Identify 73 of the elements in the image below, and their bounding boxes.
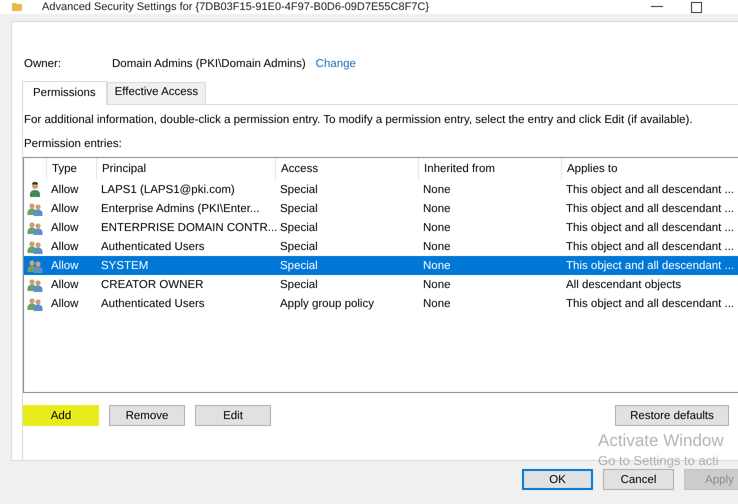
permission-row[interactable]: Allow Authenticated Users Special None This object and all descendant ... xyxy=(24,237,738,256)
table-cell-text: This object and all descendant ... xyxy=(565,184,736,196)
table-cell-text: Allow xyxy=(50,202,80,214)
permission-row[interactable]: Allow Enterprise Admins (PKI\Enter... Special None This object and all descendant ... xyxy=(24,199,738,218)
table-cell-text: None xyxy=(422,222,452,234)
column-header[interactable]: Applies to xyxy=(561,158,738,180)
table-cell-text: Enterprise Admins (PKI\Enter... xyxy=(100,202,261,214)
table-cell-text: Special xyxy=(279,260,319,272)
column-header[interactable]: Inherited from xyxy=(418,158,561,180)
table-cell-text: LAPS1 (LAPS1@pki.com) xyxy=(100,184,236,196)
table-cell-text: Allow xyxy=(50,278,80,290)
tab[interactable]: Permissions xyxy=(22,81,107,105)
maximize-icon[interactable] xyxy=(691,2,702,12)
permission-row[interactable]: Allow SYSTEM Special None This object and all descendant ... xyxy=(24,256,738,275)
table-cell-text: Allow xyxy=(50,222,80,234)
table-cell-text: Special xyxy=(279,278,319,290)
permission-row[interactable]: Allow LAPS1 (LAPS1@pki.com) Special None This object and all descendant ... xyxy=(24,180,738,199)
table-cell-text: Allow xyxy=(50,184,80,196)
users-icon xyxy=(27,296,43,311)
permission-row[interactable]: Allow ENTERPRISE DOMAIN CONTR... Special None This object and all descendant ... xyxy=(24,218,738,237)
table-cell-text: Special xyxy=(279,184,319,196)
table-cell-text: This object and all descendant ... xyxy=(565,240,736,252)
tab[interactable]: Effective Access xyxy=(106,82,206,104)
activation-subtitle: Go to Settings to acti xyxy=(598,453,720,468)
column-header[interactable]: Access xyxy=(275,158,418,180)
users-icon xyxy=(27,258,43,273)
table-cell-text: This object and all descendant ... xyxy=(565,202,736,214)
table-cell-text: Special xyxy=(279,202,319,214)
table-cell-text: ENTERPRISE DOMAIN CONTR... xyxy=(100,222,275,234)
owner-label: Owner: xyxy=(24,58,62,70)
highlighted-button[interactable]: Add xyxy=(23,405,99,426)
table-cell-text: This object and all descendant ... xyxy=(565,222,736,234)
activation-title: Activate Window xyxy=(598,431,724,451)
table-cell-text: None xyxy=(422,260,452,272)
permission-entries-label: Permission entries: xyxy=(23,138,123,150)
folder-icon xyxy=(12,3,22,11)
table-cell-text: This object and all descendant ... xyxy=(565,260,736,272)
action-button[interactable]: Remove xyxy=(109,405,185,426)
permission-row[interactable]: Allow CREATOR OWNER Special None All descendant objects xyxy=(24,275,738,294)
column-header[interactable]: Type xyxy=(46,158,96,180)
info-text: For additional information, double-click a permission entry. To modify a permission entry, select the entry and click Edit (if available). xyxy=(23,114,694,126)
table-cell-text: None xyxy=(422,298,452,310)
table-cell-text: None xyxy=(422,202,452,214)
table-cell-text: This object and all descendant ... xyxy=(565,298,736,310)
table-cell-text: Special xyxy=(279,222,319,234)
table-cell-text: SYSTEM xyxy=(100,260,150,272)
table-cell-text: Authenticated Users xyxy=(100,298,206,310)
table-cell-text: CREATOR OWNER xyxy=(100,278,204,290)
table-cell-text: Allow xyxy=(50,240,80,252)
table-cell-text: None xyxy=(422,184,452,196)
table-cell-text: Allow xyxy=(50,298,80,310)
owner-value: Domain Admins (PKI\Domain Admins) xyxy=(112,58,306,70)
table-cell-text: Authenticated Users xyxy=(100,240,206,252)
column-header[interactable]: Principal xyxy=(96,158,275,180)
table-cell-text: All descendant objects xyxy=(565,278,682,290)
dialog-button[interactable]: Cancel xyxy=(603,469,674,490)
table-cell-text: Special xyxy=(279,240,319,252)
window-title: Advanced Security Settings for {7DB03F15-91E0-4F97-B0D6-09D7E55C8F7C} xyxy=(42,0,430,14)
users-icon xyxy=(27,201,43,216)
users-icon xyxy=(27,277,43,292)
table-cell-text: Apply group policy xyxy=(279,298,375,310)
permission-row[interactable]: Allow Authenticated Users Apply group policy None This object and all descendant ... xyxy=(24,294,738,313)
users-icon xyxy=(27,239,43,254)
table-cell-text: None xyxy=(422,278,452,290)
action-button[interactable]: Edit xyxy=(195,405,271,426)
dialog-button[interactable]: OK xyxy=(522,469,593,490)
table-cell-text: Allow xyxy=(50,260,80,272)
restore-defaults-button[interactable]: Restore defaults xyxy=(615,405,729,426)
change-link[interactable]: Change xyxy=(316,58,356,70)
users-icon xyxy=(27,220,43,235)
user-icon xyxy=(27,182,43,197)
table-cell-text: None xyxy=(422,240,452,252)
minimize-icon[interactable] xyxy=(651,6,663,8)
